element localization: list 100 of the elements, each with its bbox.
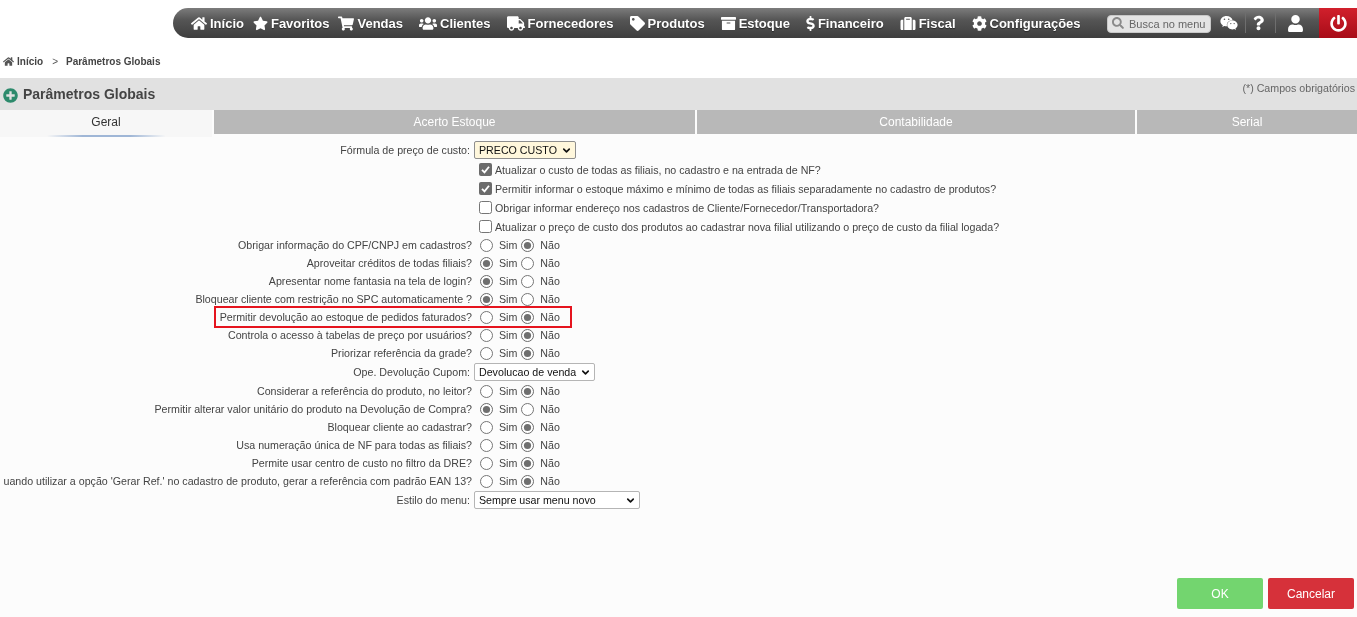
nav-menu-item[interactable]: Início — [191, 15, 244, 31]
radio-label: Sim — [499, 311, 518, 323]
dropdown[interactable]: PRECO CUSTO — [474, 141, 576, 159]
checkbox-label: Atualizar o preço de custo dos produtos ao cadastrar nova filial utilizando o preço de custo da filial logada? — [495, 220, 1000, 233]
field-label: Apresentar nome fantasia na tela de login? — [268, 275, 472, 287]
radio-label: Não — [540, 257, 560, 269]
box-icon — [720, 15, 736, 31]
radio-button[interactable] — [521, 384, 535, 398]
radio-button[interactable] — [480, 474, 493, 488]
radio-label: Sim — [499, 475, 518, 487]
settings-icon — [971, 15, 987, 31]
checkbox[interactable] — [479, 201, 492, 214]
radio-label: Sim — [499, 239, 518, 251]
radio-label: Não — [540, 457, 560, 469]
dropdown[interactable]: Devolucao de venda — [474, 363, 595, 381]
radio-button[interactable] — [480, 346, 493, 360]
field-label: Aproveitar créditos de todas filiais? — [306, 257, 472, 269]
radio-button[interactable] — [480, 384, 493, 398]
briefcase-icon — [899, 15, 916, 31]
radio-button[interactable] — [521, 238, 535, 252]
radio-button[interactable] — [480, 310, 493, 324]
field-label: Fórmula de preço de custo: — [340, 144, 470, 156]
cart-icon — [338, 15, 355, 31]
radio-label: Sim — [499, 439, 518, 451]
field-label: Bloquear cliente com restrição no SPC automaticamente ? — [195, 293, 472, 305]
users-icon — [419, 15, 437, 31]
radio-label: Não — [540, 475, 560, 487]
radio-button[interactable] — [521, 346, 535, 360]
radio-label: Não — [540, 403, 560, 415]
radio-label: Não — [540, 293, 560, 305]
radio-button[interactable] — [480, 274, 493, 288]
radio-button[interactable] — [521, 328, 535, 342]
radio-label: Sim — [499, 293, 518, 305]
checkbox-label: Obrigar informar endereço nos cadastros de Cliente/Fornecedor/Transportadora? — [495, 201, 880, 214]
checkbox-label: Atualizar o custo de todas as filiais, no cadastro e na entrada de NF? — [495, 163, 821, 176]
radio-button[interactable] — [521, 256, 535, 270]
radio-label: Sim — [499, 275, 518, 287]
checkbox[interactable] — [479, 163, 492, 176]
radio-button[interactable] — [480, 456, 493, 470]
radio-button[interactable] — [521, 292, 535, 306]
radio-button[interactable] — [480, 420, 493, 434]
nav-menu-item[interactable]: Fiscal — [899, 15, 956, 31]
star-icon — [252, 15, 268, 31]
nav-menu-item[interactable]: Financeiro — [805, 15, 884, 31]
field-label: Estilo do menu: — [396, 494, 470, 506]
nav-menu-item[interactable]: Estoque — [720, 15, 790, 31]
field-label: Priorizar referência da grade? — [331, 347, 472, 359]
nav-menu-item[interactable]: Vendas — [338, 15, 403, 31]
help-icon[interactable] — [1253, 14, 1264, 32]
field-label: Permitir alterar valor unitário do produto na Devolução de Compra? — [154, 403, 472, 415]
field-label: Bloquear cliente ao cadastrar? — [327, 421, 472, 433]
radio-label: Não — [540, 329, 560, 341]
radio-label: Não — [540, 347, 560, 359]
radio-button[interactable] — [521, 420, 535, 434]
dollar-icon — [805, 15, 815, 31]
radio-button[interactable] — [480, 438, 493, 452]
checkbox[interactable] — [479, 182, 492, 195]
radio-label: Não — [540, 239, 560, 251]
field-label: uando utilizar a opção 'Gerar Ref.' no cadastro de produto, gerar a referência com padrão EAN 13? — [3, 475, 472, 487]
field-label: Ope. Devolução Cupom: — [353, 366, 470, 378]
breadcrumb-link[interactable]: Início — [17, 55, 44, 67]
radio-label: Não — [540, 385, 560, 397]
user-icon[interactable] — [1287, 14, 1304, 32]
tab[interactable]: Geral — [0, 110, 212, 137]
radio-label: Sim — [499, 385, 518, 397]
radio-button[interactable] — [521, 474, 535, 488]
field-label: Permite usar centro de custo no filtro da DRE? — [251, 457, 472, 469]
radio-label: Sim — [499, 457, 518, 469]
cancel-button[interactable]: Cancelar — [1268, 578, 1354, 609]
radio-button[interactable] — [480, 402, 493, 416]
radio-button[interactable] — [480, 238, 493, 252]
field-label: Controla o acesso à tabelas de preço por usuários? — [227, 329, 472, 341]
search-field[interactable]: Busca no menu — [1107, 15, 1211, 33]
radio-button[interactable] — [480, 328, 493, 342]
radio-button[interactable] — [521, 274, 535, 288]
radio-button[interactable] — [521, 456, 535, 470]
nav-menu-item[interactable]: Favoritos — [252, 15, 330, 31]
tag-icon — [629, 15, 645, 31]
field-label: Usa numeração única de NF para todas as filiais? — [236, 439, 472, 451]
radio-label: Sim — [499, 403, 518, 415]
radio-button[interactable] — [521, 402, 535, 416]
checkbox[interactable] — [479, 220, 492, 233]
nav-menu-item[interactable]: Fornecedores — [506, 15, 614, 31]
radio-button[interactable] — [521, 438, 535, 452]
radio-label: Sim — [499, 347, 518, 359]
field-label: Considerar a referência do produto, no leitor? — [256, 385, 472, 397]
radio-label: Sim — [499, 257, 518, 269]
required-fields-note: (*) Campos obrigatórios — [1242, 82, 1355, 94]
nav-menu-item[interactable]: Produtos — [629, 15, 705, 31]
radio-label: Sim — [499, 329, 518, 341]
breadcrumb-separator: > — [52, 55, 58, 67]
chat-icon[interactable] — [1220, 15, 1238, 31]
radio-button[interactable] — [521, 310, 535, 324]
nav-menu-item[interactable]: Configurações — [971, 15, 1081, 31]
power-button[interactable] — [1319, 8, 1357, 38]
radio-button[interactable] — [480, 256, 493, 270]
nav-menu-item[interactable]: Clientes — [419, 15, 491, 31]
radio-button[interactable] — [480, 292, 493, 306]
home-icon — [191, 15, 207, 31]
dropdown[interactable]: Sempre usar menu novo — [474, 491, 640, 509]
